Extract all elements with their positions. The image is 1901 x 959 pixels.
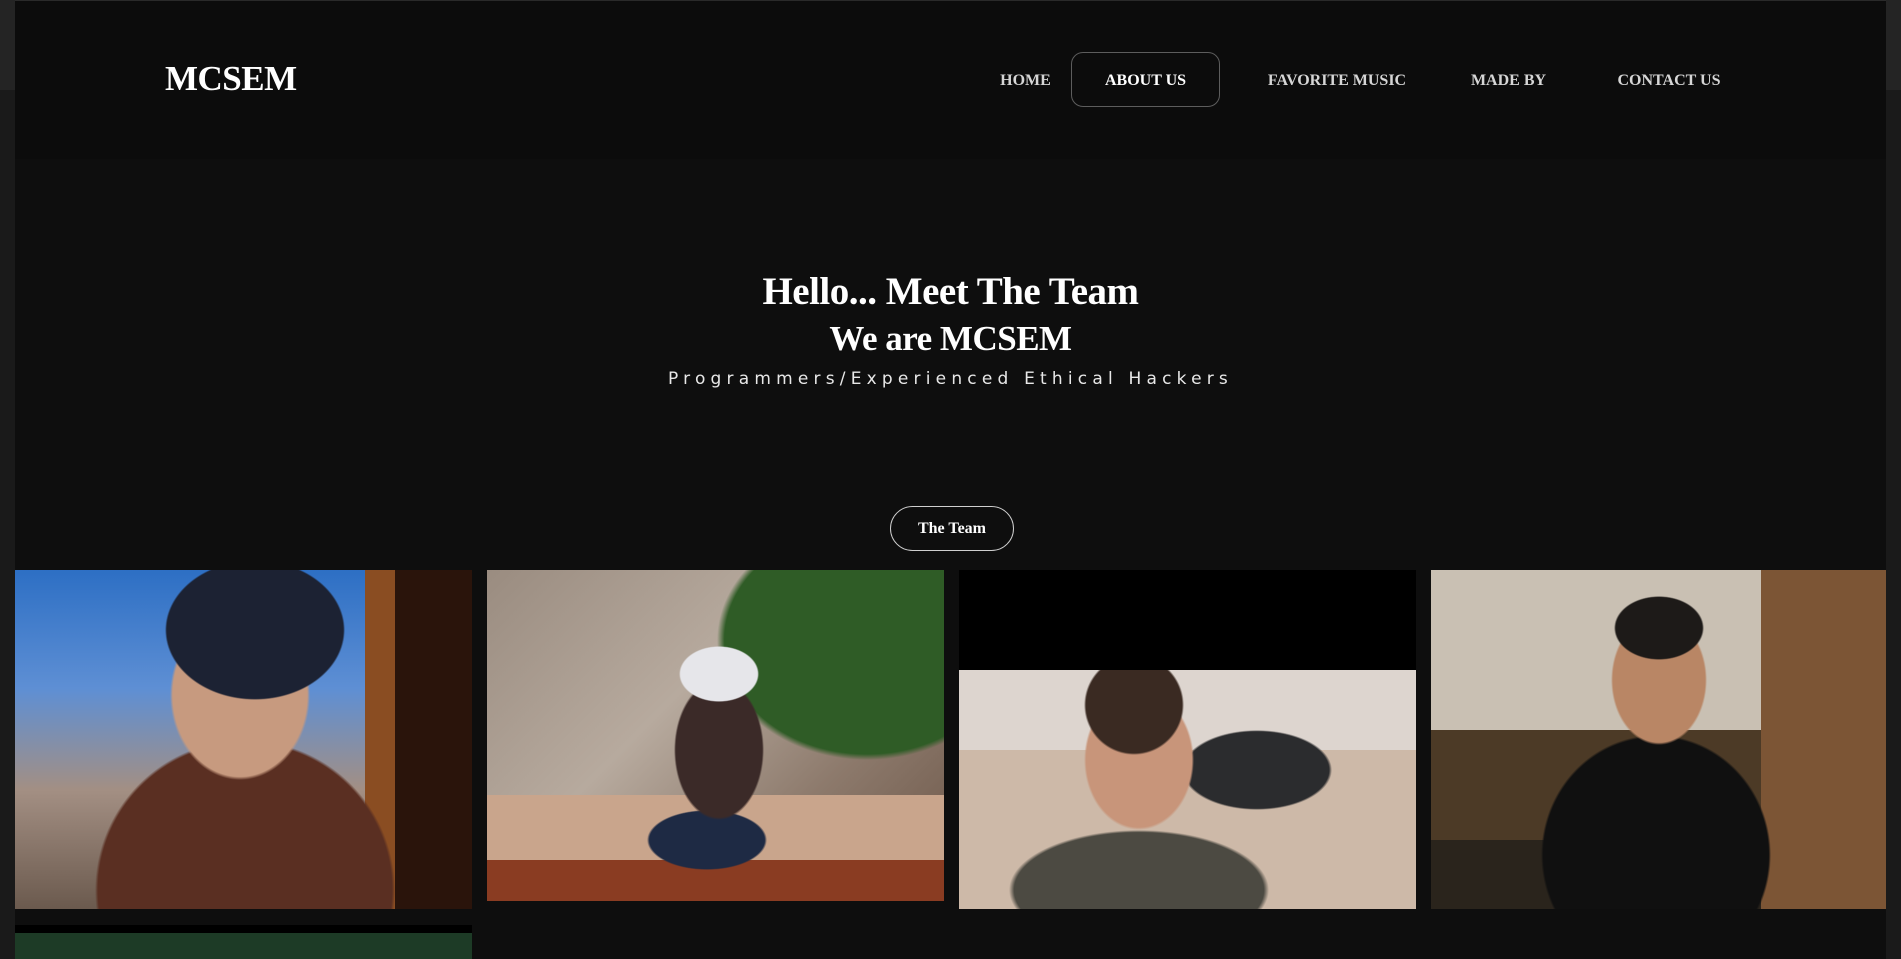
team-photo-1[interactable] xyxy=(15,570,472,909)
hero-title: Hello... Meet The Team xyxy=(762,270,1139,313)
nav-item-about-us[interactable]: ABOUT US xyxy=(1071,52,1220,107)
hero-tagline: Programmers/Experienced Ethical Hackers xyxy=(667,369,1233,389)
main-nav: HOME ABOUT US FAVORITE MUSIC MADE BY CON… xyxy=(15,52,1886,109)
nav-item-made-by[interactable]: MADE BY xyxy=(1441,52,1576,107)
nav-item-home[interactable]: HOME xyxy=(968,52,1083,107)
team-photo-5[interactable] xyxy=(15,925,472,959)
team-photo-3[interactable] xyxy=(959,570,1416,909)
team-photo-4[interactable] xyxy=(1431,570,1886,909)
page-corner xyxy=(0,0,15,90)
nav-item-favorite-music[interactable]: FAVORITE MUSIC xyxy=(1237,52,1437,107)
hero-subtitle: We are MCSEM xyxy=(829,319,1072,358)
the-team-button[interactable]: The Team xyxy=(890,506,1014,551)
page-corner xyxy=(1886,0,1901,90)
site-header: MCSEM HOME ABOUT US FAVORITE MUSIC MADE … xyxy=(15,1,1886,159)
team-photo-2[interactable] xyxy=(487,570,944,901)
page: MCSEM HOME ABOUT US FAVORITE MUSIC MADE … xyxy=(15,0,1886,959)
nav-item-contact-us[interactable]: CONTACT US xyxy=(1587,52,1751,107)
